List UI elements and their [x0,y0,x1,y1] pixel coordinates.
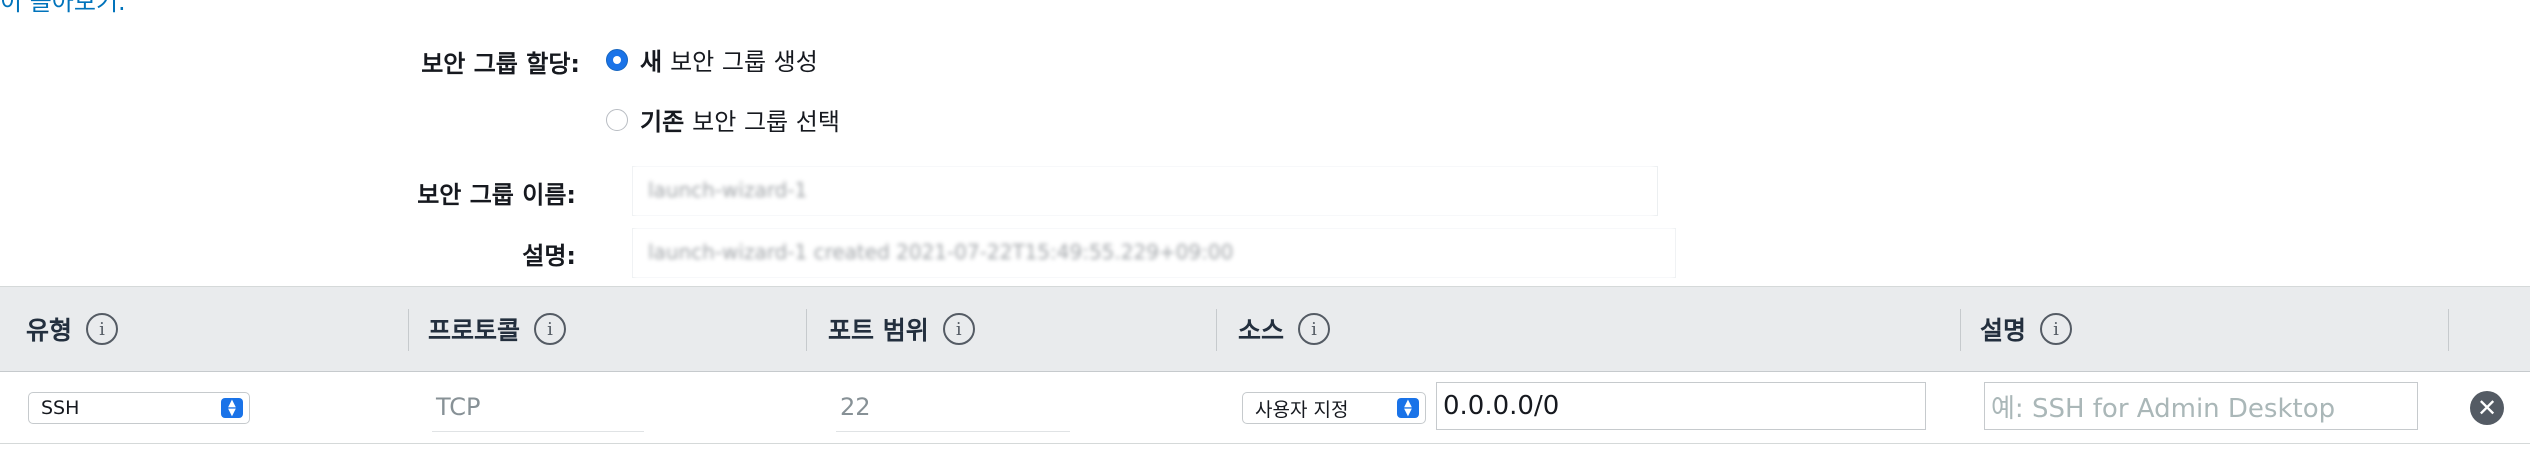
remove-rule-icon[interactable]: ✕ [2470,391,2504,425]
rule-description-input[interactable]: 예: SSH for Admin Desktop [1984,382,2418,430]
security-group-name-label: 보안 그룹 이름: [417,181,576,209]
option-new-bold: 새 [640,48,663,76]
column-divider [2448,309,2449,351]
column-divider [408,309,409,351]
select-arrows-icon: ▲ ▼ [1397,398,1419,418]
info-icon[interactable]: i [1298,313,1331,345]
security-group-name-input[interactable]: launch-wizard-1 [634,166,1654,216]
column-header-port-range: 포트 범위 i [828,287,975,371]
radio-existing-security-group[interactable]: 기존 보안 그룹 선택 [606,102,840,137]
source-select[interactable]: 사용자 지정 ▲ ▼ [1242,392,1426,424]
column-header-type-label: 유형 [26,316,73,345]
column-divider [1216,309,1217,351]
security-group-form: 이 돌아보기. 보안 그룹 할당: 새 보안 그룹 생성 기존 보안 그룹 선택… [0,0,2530,460]
description-label: 설명: [522,242,576,270]
type-select-value: SSH [41,397,80,419]
table-row: SSH ▲ ▼ TCP 22 사용자 지정 ▲ ▼ 0.0.0.0/0 예: SSH… [0,372,2530,444]
column-divider [1960,309,1961,351]
info-icon[interactable]: i [86,313,119,345]
radio-unselected-icon[interactable] [606,108,628,131]
column-header-description: 설명 i [1980,287,2073,371]
column-header-type: 유형 i [26,287,119,371]
info-icon[interactable]: i [942,313,975,345]
column-header-protocol-label: 프로토콜 [428,316,521,345]
type-select[interactable]: SSH ▲ ▼ [28,392,250,424]
radio-new-security-group[interactable]: 새 보안 그룹 생성 [606,42,818,77]
option-new-label: 보안 그룹 생성 [670,48,818,76]
column-header-description-label: 설명 [1980,316,2027,345]
protocol-field: TCP [432,382,644,432]
info-icon[interactable]: i [534,313,567,345]
select-arrows-icon: ▲ ▼ [221,398,243,418]
description-input[interactable]: launch-wizard-1 created 2021-07-22T15:49… [634,228,1674,278]
column-header-protocol: 프로토콜 i [428,287,567,371]
rules-table-header: 유형 i 프로토콜 i 포트 범위 i 소스 i 설명 i [0,286,2530,372]
column-header-source: 소스 i [1238,287,1331,371]
radio-selected-icon[interactable] [606,48,628,71]
option-existing-label: 보안 그룹 선택 [692,108,840,136]
port-range-field: 22 [836,382,1070,432]
column-divider [806,309,807,351]
column-header-source-label: 소스 [1238,316,1285,345]
top-link[interactable]: 이 돌아보기. [0,0,126,17]
source-select-value: 사용자 지정 [1255,398,1349,421]
source-cidr-input[interactable]: 0.0.0.0/0 [1436,382,1926,430]
assign-security-group-label: 보안 그룹 할당: [421,50,580,78]
option-existing-bold: 기존 [640,108,685,136]
column-header-port-range-label: 포트 범위 [828,316,929,345]
info-icon[interactable]: i [2040,313,2073,345]
